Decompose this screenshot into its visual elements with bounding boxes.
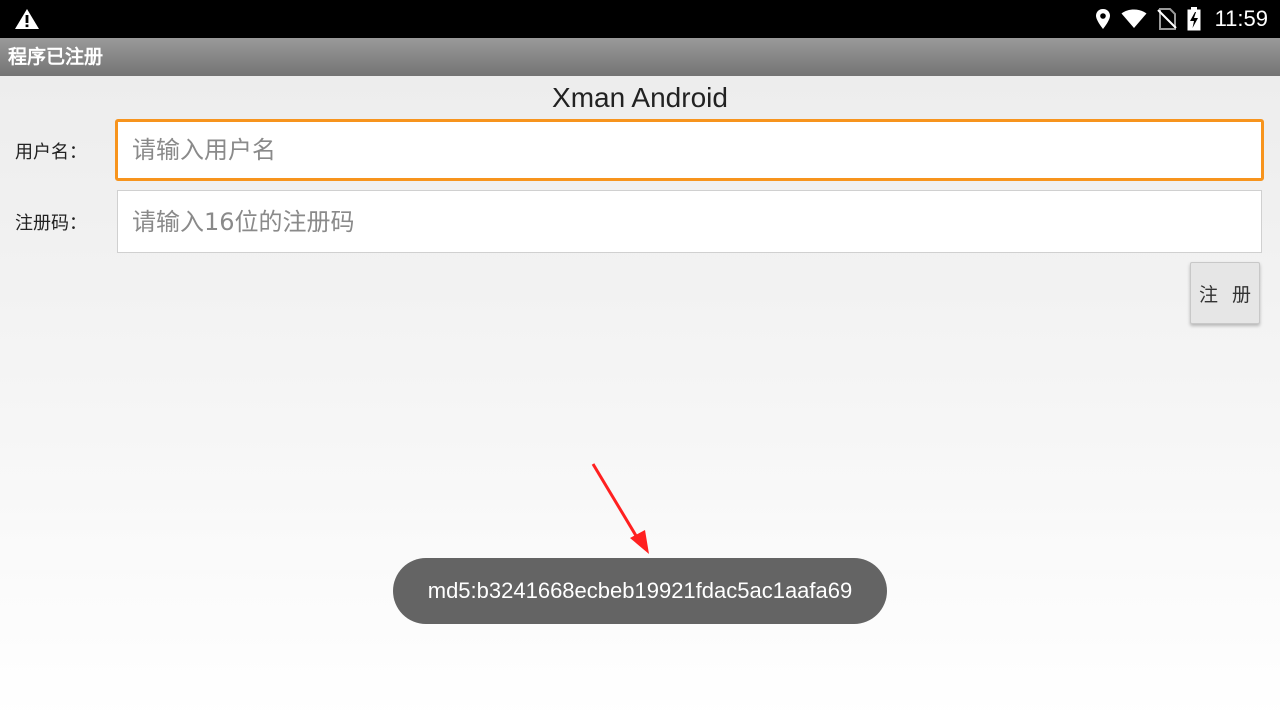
- status-bar: 11:59: [0, 0, 1280, 38]
- status-clock: 11:59: [1214, 6, 1268, 31]
- no-sim-icon: [1156, 8, 1177, 30]
- toast-text: md5:b3241668ecbeb19921fdac5ac1aafa69: [427, 578, 853, 603]
- annotation-arrow: [591, 463, 649, 554]
- registration-code-input[interactable]: [117, 190, 1262, 253]
- wifi-icon: [1121, 9, 1147, 28]
- location-icon: [1095, 9, 1110, 29]
- warning-icon: [15, 9, 39, 29]
- code-label: 注册码：: [15, 213, 87, 234]
- register-button[interactable]: 注 册: [1190, 262, 1260, 324]
- battery-charging-icon: [1187, 7, 1201, 31]
- username-label: 用户名：: [15, 142, 87, 163]
- username-input[interactable]: [115, 119, 1264, 181]
- window-title: 程序已注册: [8, 46, 104, 68]
- title-bar: 程序已注册: [0, 38, 1280, 76]
- app-heading: Xman Android: [552, 82, 728, 113]
- toast-message: md5:b3241668ecbeb19921fdac5ac1aafa69: [393, 558, 887, 624]
